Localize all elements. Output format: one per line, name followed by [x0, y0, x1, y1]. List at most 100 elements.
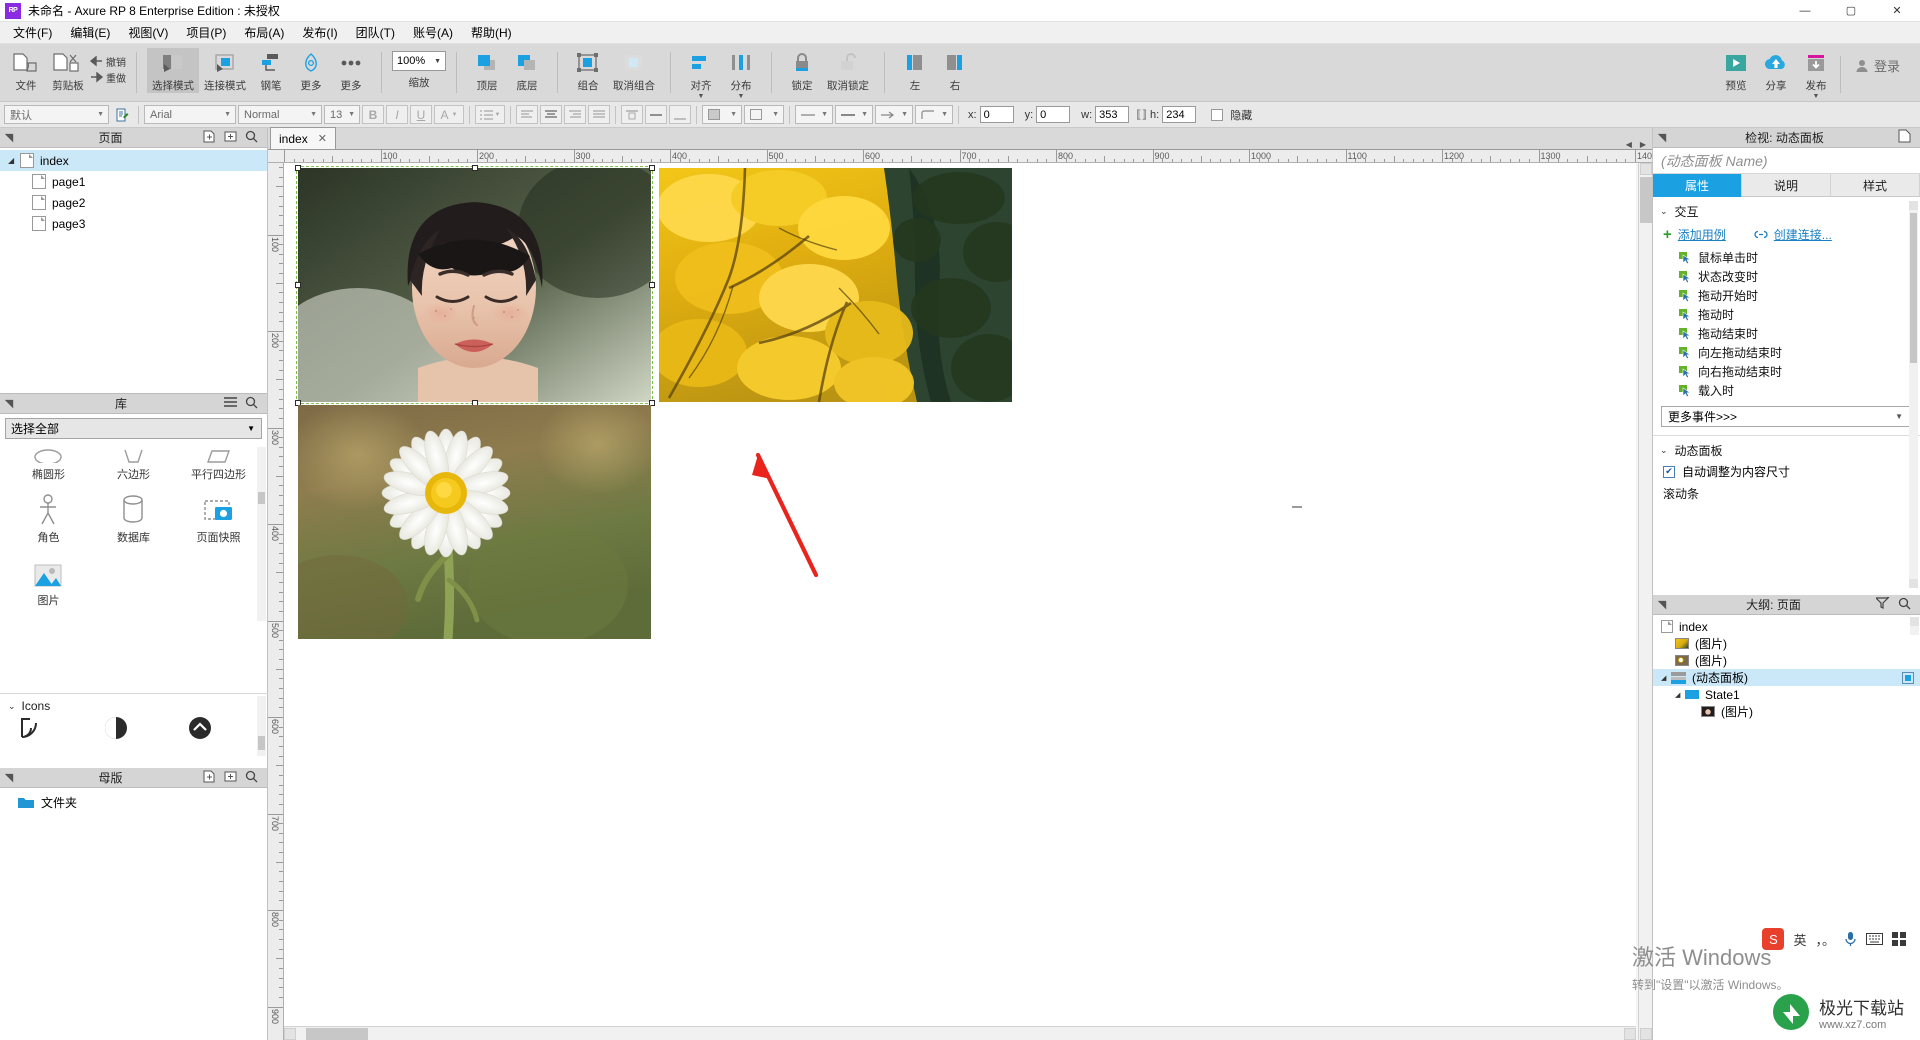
arrow-style-select[interactable]: ▼ [875, 105, 913, 124]
auto-fit-row[interactable]: ✔ 自动调整为内容尺寸 [1653, 463, 1920, 480]
library-item-database[interactable]: 数据库 [91, 488, 176, 551]
scroll-right-button[interactable] [1624, 1028, 1636, 1040]
tab-properties[interactable]: 属性 [1653, 174, 1742, 197]
icons-scrollbar[interactable] [257, 696, 266, 756]
event-item-drag-end[interactable]: 拖动结束时 [1653, 324, 1920, 343]
ime-punctuation-label[interactable]: ，。 [1815, 930, 1835, 949]
group-button[interactable]: 组合 [568, 48, 608, 93]
outline-item-image-daisy[interactable]: (图片) [1653, 652, 1920, 669]
library-item-person[interactable]: 角色 [6, 488, 91, 551]
resize-handle-w[interactable] [295, 282, 301, 288]
collapse-panel-icon[interactable]: ◥ [0, 771, 18, 784]
align-left-button[interactable]: 左 [895, 48, 935, 93]
add-folder-icon[interactable] [224, 770, 237, 786]
maximize-button[interactable]: ▢ [1828, 0, 1874, 22]
library-item-snapshot[interactable]: 页面快照 [176, 488, 261, 551]
chevron-left-icon[interactable]: ◀ [1626, 140, 1632, 149]
redo-button[interactable]: 重做 [90, 70, 126, 85]
collapse-panel-icon[interactable]: ◥ [0, 397, 18, 410]
tab-style[interactable]: 样式 [1831, 174, 1920, 197]
fill-color-select[interactable]: ▼ [702, 105, 742, 124]
link-dimensions-icon[interactable]: ⟦⟧ [1136, 108, 1147, 121]
hidden-checkbox[interactable] [1211, 108, 1224, 121]
page-item-page3[interactable]: page3 [0, 213, 267, 234]
align-right-button[interactable]: 右 [935, 48, 975, 93]
design-canvas[interactable] [284, 163, 1636, 1040]
font-weight-select[interactable]: Normal ▼ [238, 105, 322, 124]
more-tools-button[interactable]: 更多 [331, 48, 371, 93]
expand-arrow-icon[interactable]: ◢ [1675, 691, 1685, 699]
share-button[interactable]: 分享 [1756, 48, 1796, 93]
outline-item-dynamic-panel[interactable]: ◢ (动态面板) [1653, 669, 1920, 686]
outline-scrollbar[interactable] [1910, 617, 1919, 635]
panel-state-icon[interactable] [1902, 671, 1914, 684]
mic-icon[interactable] [1844, 931, 1857, 947]
menu-icon[interactable] [224, 396, 237, 412]
inspector-scrollbar[interactable] [1909, 201, 1918, 588]
align-left-text-button[interactable] [516, 105, 538, 124]
library-item-parallelogram[interactable]: 平行四边形 [176, 443, 261, 488]
font-color-button[interactable]: A ▼ [434, 105, 464, 124]
expand-arrow-icon[interactable]: ◢ [8, 156, 20, 165]
font-family-select[interactable]: Arial ▼ [144, 105, 236, 124]
search-icon[interactable] [1898, 597, 1911, 613]
event-item-drag-left-end[interactable]: 向左拖动结束时 [1653, 343, 1920, 362]
expand-arrow-icon[interactable]: ◢ [1661, 674, 1671, 682]
ginkgo-tree-image[interactable] [659, 168, 1012, 402]
collapse-panel-icon[interactable]: ◥ [0, 131, 18, 144]
ungroup-button[interactable]: 取消组合 [608, 48, 660, 93]
align-justify-button[interactable] [588, 105, 610, 124]
collapse-panel-icon[interactable]: ◥ [1653, 131, 1671, 144]
line-style-select[interactable]: ▼ [795, 105, 833, 124]
menu-edit[interactable]: 编辑(E) [61, 21, 119, 44]
connect-mode-button[interactable]: 连接模式 [199, 48, 251, 93]
search-icon[interactable] [245, 130, 258, 146]
event-item-drag[interactable]: 拖动时 [1653, 305, 1920, 324]
italic-button[interactable]: I [386, 105, 408, 124]
scrollbar-thumb[interactable] [306, 1028, 368, 1040]
search-icon[interactable] [245, 770, 258, 786]
page-note-icon[interactable] [1898, 129, 1911, 146]
align-button[interactable]: 对齐 ▼ [681, 48, 721, 100]
align-right-text-button[interactable] [564, 105, 586, 124]
x-input[interactable] [979, 106, 1014, 123]
event-item-state-change[interactable]: 状态改变时 [1653, 267, 1920, 286]
underline-button[interactable]: U [410, 105, 432, 124]
filter-icon[interactable] [1874, 595, 1890, 613]
scroll-down-button[interactable] [1909, 579, 1918, 588]
menu-account[interactable]: 账号(A) [404, 21, 462, 44]
more-events-select[interactable]: 更多事件>>> ▼ [1661, 406, 1910, 427]
add-folder-icon[interactable] [224, 130, 237, 146]
library-item-hexagon[interactable]: 六边形 [91, 443, 176, 488]
scroll-up-button[interactable] [1910, 617, 1919, 626]
menu-publish[interactable]: 发布(I) [293, 21, 346, 44]
close-button[interactable]: ✕ [1874, 0, 1920, 22]
style-preset-select[interactable]: 默认 ▼ [4, 105, 109, 124]
zoom-select[interactable]: 100% ▼ [392, 51, 446, 71]
outline-item-state1[interactable]: ◢ State1 [1653, 686, 1920, 703]
page-item-index[interactable]: ◢ index [0, 150, 267, 171]
style-manager-button[interactable] [111, 105, 133, 124]
menu-project[interactable]: 项目(P) [177, 21, 235, 44]
search-icon[interactable] [245, 396, 258, 412]
canvas-horizontal-scrollbar[interactable] [284, 1026, 1636, 1040]
library-scrollbar[interactable] [257, 447, 266, 621]
event-item-drag-start[interactable]: 拖动开始时 [1653, 286, 1920, 305]
resize-handle-e[interactable] [649, 282, 655, 288]
distribute-button[interactable]: 分布 ▼ [721, 48, 761, 100]
outline-item-image-portrait[interactable]: (图片) [1653, 703, 1920, 720]
outline-item-index[interactable]: index [1653, 618, 1920, 635]
outline-item-image-ginkgo[interactable]: (图片) [1653, 635, 1920, 652]
master-item-folder[interactable]: 文件夹 [0, 792, 267, 813]
scroll-up-button[interactable] [1909, 201, 1918, 210]
contrast-circle-icon[interactable] [102, 715, 130, 741]
w-input[interactable] [1095, 106, 1130, 123]
page-item-page1[interactable]: page1 [0, 171, 267, 192]
chevron-up-circle-icon[interactable] [186, 715, 214, 741]
scrollbar-thumb[interactable] [258, 492, 265, 504]
bold-button[interactable]: B [362, 105, 384, 124]
scrollbar-thumb[interactable] [1910, 213, 1917, 363]
ime-mode-label[interactable]: 英 [1793, 930, 1806, 949]
clipboard-button[interactable]: 剪贴板 [46, 48, 90, 93]
resize-handle-ne[interactable] [649, 165, 655, 171]
